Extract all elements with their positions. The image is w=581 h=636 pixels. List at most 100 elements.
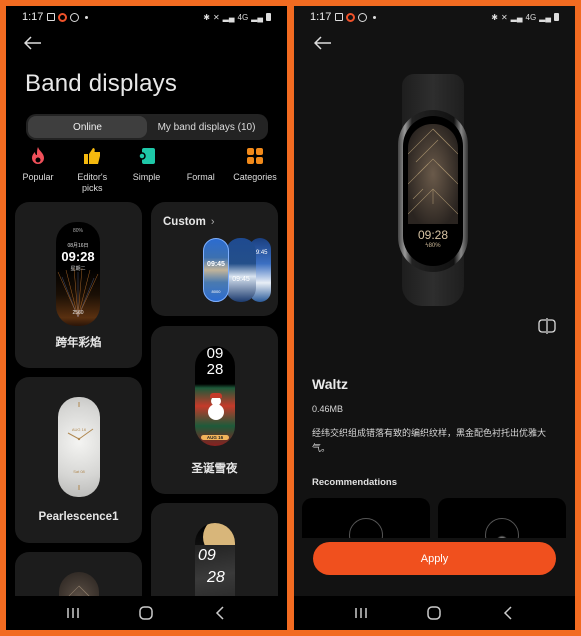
simple-icon [137, 146, 157, 166]
watchface-title: Waltz [312, 376, 349, 392]
custom-face-preview: 09:45 8000 [203, 238, 229, 302]
recommendation-preview [485, 518, 519, 538]
mute-icon: ✕ [500, 12, 508, 22]
category-popular[interactable]: Popular [12, 146, 64, 194]
chevron-left-icon [216, 606, 224, 620]
formal-icon [191, 146, 211, 166]
watchface-size: 0.46MB [312, 404, 344, 414]
recommendation-card[interactable] [438, 498, 566, 538]
page-title: Band displays [25, 70, 178, 97]
whatsapp-icon [358, 12, 368, 22]
gallery-icon [47, 13, 56, 21]
nav-back-button[interactable] [205, 603, 235, 623]
snowman-graphic [208, 393, 224, 420]
custom-label: Custom [163, 216, 206, 228]
recommendation-card[interactable] [302, 498, 430, 538]
face-time: 09:45 [207, 261, 225, 268]
watchface-detail-screen: 1:17 ✱ ✕ ▂▄ 4G ▂▄ 09:28 ϟ80% Waltz 0.46M… [294, 6, 575, 630]
chevron-left-icon [504, 606, 512, 620]
home-icon [139, 606, 154, 620]
watchface-preview: 09 28 AUG 16 [195, 346, 235, 446]
tab-online[interactable]: Online [28, 116, 147, 138]
face-minute: 28 [207, 569, 225, 586]
woven-pattern [408, 124, 458, 224]
system-nav-bar [294, 596, 575, 630]
watchface-description: 经纬交织组成错落有致的编织纹样，黑金配色衬托出优雅大气。 [312, 428, 547, 453]
status-time: 1:17 [310, 11, 332, 23]
4g-icon: 4G [525, 12, 537, 22]
compare-icon [538, 318, 556, 334]
ring-app-icon [58, 12, 68, 22]
face-date: 08月16日 [67, 243, 89, 249]
bluetooth-icon: ✱ [203, 12, 210, 22]
category-simple[interactable]: Simple [121, 146, 173, 194]
face-steps: 8000 [211, 289, 221, 294]
watchface-name: Pearlescence1 [38, 511, 119, 523]
recommendations-heading: Recommendations [312, 477, 397, 488]
battery-icon [266, 13, 271, 21]
tab-my-band-displays[interactable]: My band displays (10) [147, 116, 266, 138]
home-button[interactable] [131, 603, 161, 623]
custom-section-card[interactable]: Custom › 09:45 09:45 09:45 8000 [151, 202, 278, 316]
category-label: Editor's picks [77, 172, 108, 193]
band-displays-screen: 1:17 ✱ ✕ ▂▄ 4G ▂▄ Band displays Online M… [6, 6, 287, 630]
home-icon [427, 606, 442, 620]
4g-icon: 4G [237, 12, 249, 22]
thumbs-up-icon [82, 146, 102, 166]
whatsapp-icon [70, 12, 80, 22]
recent-apps-button[interactable] [58, 603, 88, 623]
display-source-tabs: Online My band displays (10) [26, 114, 268, 140]
preview-battery: 80% [428, 243, 441, 249]
signal-icon: ▂▄ [510, 12, 523, 22]
status-bar: 1:17 ✱ ✕ ▂▄ 4G ▂▄ [6, 6, 287, 28]
category-label: Simple [132, 172, 161, 182]
recent-apps-icon [355, 608, 367, 618]
face-minute: 28 [206, 361, 224, 378]
watchface-name: 圣诞雪夜 [191, 463, 238, 475]
mute-icon: ✕ [212, 12, 220, 22]
custom-face-preview: 09:45 [226, 238, 256, 302]
watchface-preview: 80% 08月16日 09:28 星期二 2560 [56, 222, 100, 326]
watchface-preview: AUG 16 Sat 08 [58, 397, 100, 497]
home-button[interactable] [419, 603, 449, 623]
ring-app-icon [346, 12, 356, 22]
category-formal[interactable]: Formal [175, 146, 227, 194]
compare-button[interactable] [538, 318, 558, 336]
watchface-card[interactable]: 09 28 AUG 16 圣诞雪夜 [151, 326, 278, 494]
category-label: Popular [22, 172, 54, 182]
gallery-icon [335, 13, 344, 21]
face-hour: 09 [206, 346, 224, 362]
category-editors-picks[interactable]: Editor's picks [66, 146, 118, 194]
dot-icon [85, 15, 89, 19]
face-time: 09:45 [232, 276, 250, 283]
arrow-left-icon [23, 36, 41, 50]
flame-icon [28, 146, 48, 166]
status-time: 1:17 [22, 11, 44, 23]
preview-time: 09:28 [417, 228, 449, 242]
arrow-left-icon [313, 36, 331, 50]
recent-apps-button[interactable] [346, 603, 376, 623]
nav-back-button[interactable] [493, 603, 523, 623]
watchface-card[interactable]: 80% 08月16日 09:28 星期二 2560 跨年彩焰 [15, 202, 142, 368]
category-row: Popular Editor's picks Simple Formal Cat… [12, 146, 281, 194]
face-steps: 2560 [72, 310, 84, 316]
face-time: 09:28 [61, 249, 95, 264]
chevron-right-icon: › [210, 216, 215, 228]
watchface-card[interactable]: AUG 16 Sat 08 Pearlescence1 [15, 377, 142, 543]
face-battery: 80% [72, 228, 83, 234]
face-day: Sat 08 [73, 469, 85, 474]
battery-icon [554, 13, 559, 21]
apply-button[interactable]: Apply [313, 542, 556, 575]
face-hour: 09 [198, 547, 216, 564]
grid-icon [245, 146, 265, 166]
category-categories[interactable]: Categories [229, 146, 281, 194]
category-label: Formal [186, 172, 215, 182]
custom-title: Custom › [163, 216, 214, 228]
signal-icon: ▂▄ [539, 12, 551, 22]
status-bar: 1:17 ✱ ✕ ▂▄ 4G ▂▄ [294, 6, 575, 28]
back-button[interactable] [23, 36, 48, 56]
recommendation-preview [349, 518, 383, 538]
face-weekday: 星期二 [70, 266, 86, 272]
watchface-name: 跨年彩焰 [55, 337, 102, 349]
back-button[interactable] [313, 36, 338, 56]
